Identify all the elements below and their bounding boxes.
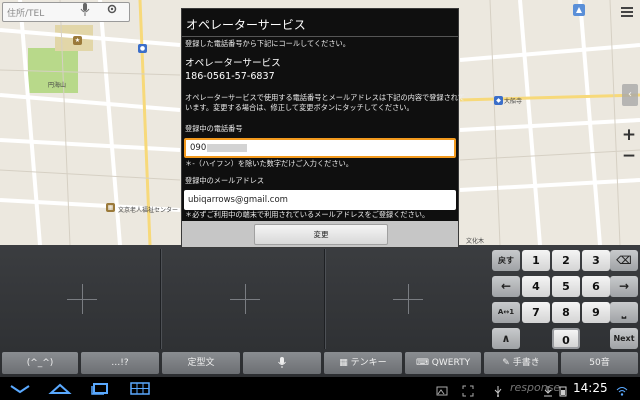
email-note: ＊必ずご利用中の端末で利用されているメールアドレスをご登録ください。: [185, 210, 430, 219]
description-line-2: います。変更する場合は、修正して変更ボタンにタッチしてください。: [185, 103, 414, 112]
mic-icon[interactable]: [80, 3, 98, 21]
zoom-out-icon[interactable]: −: [620, 147, 638, 165]
layers-toggle-icon[interactable]: ‹: [622, 84, 638, 106]
operator-service-dialog: オペレーターサービス 登録した電話番号から下記にコールしてください。 オペレータ…: [181, 8, 465, 248]
key-7[interactable]: 7: [522, 302, 550, 323]
cursor-right-key[interactable]: →: [610, 276, 638, 297]
tenkey-label: テンキー: [350, 358, 387, 368]
keyboard-icon[interactable]: [128, 380, 152, 397]
key-5[interactable]: 5: [552, 276, 580, 297]
delete-key[interactable]: ⌫: [610, 250, 638, 271]
zoom-in-icon[interactable]: +: [620, 126, 638, 144]
key-3[interactable]: 3: [582, 250, 610, 271]
symbols-key[interactable]: …!?: [81, 352, 159, 374]
input-mode-key[interactable]: A↔1: [492, 302, 520, 323]
cursor-left-key[interactable]: ←: [492, 276, 520, 297]
service-name: オペレーターサービス: [185, 58, 281, 69]
grid-icon: ▦: [339, 358, 351, 368]
voice-input-key[interactable]: [243, 352, 321, 374]
key-6[interactable]: 6: [582, 276, 610, 297]
map-label-center: 文京老人福祉センター: [118, 207, 179, 214]
gallery-icon: [436, 382, 448, 396]
poi-icon[interactable]: ▦: [106, 203, 115, 212]
map-label-landmark: 大船寺: [504, 98, 523, 105]
divider: [182, 36, 458, 37]
description-line-1: オペレーターサービスで使用する電話番号とメールアドレスは下記の内容で登録されて: [185, 93, 465, 102]
key-0[interactable]: 0: [552, 328, 580, 349]
ime-keyboard: 戻す 1 2 3 ⌫ ← 4 5 6 → A↔1 7 8 9 ⎵ ∧ 0 Nex…: [0, 245, 640, 377]
battery-icon: [557, 382, 569, 397]
map-label-area: 文化木: [466, 238, 485, 245]
pen-icon: ✎: [502, 358, 513, 368]
phone-number-value: 090: [190, 143, 207, 153]
location-icon[interactable]: [106, 3, 124, 21]
kana-50-key[interactable]: 50音: [561, 352, 638, 374]
phone-number-field[interactable]: 090: [184, 138, 456, 158]
handwriting-label: 手書き: [512, 358, 540, 368]
poi-icon[interactable]: ◆: [494, 96, 503, 105]
recent-apps-icon[interactable]: [88, 380, 112, 397]
shift-key[interactable]: ∧: [492, 328, 520, 349]
dialog-title: オペレーターサービス: [186, 18, 306, 32]
key-1[interactable]: 1: [522, 250, 550, 271]
key-9[interactable]: 9: [582, 302, 610, 323]
dialog-intro: 登録した電話番号から下記にコールしてください。: [185, 39, 350, 48]
fullscreen-icon: [462, 382, 474, 397]
map-mode-icon[interactable]: [572, 3, 590, 21]
tenkey-key[interactable]: ▦ テンキー: [324, 352, 402, 374]
menu-icon[interactable]: [618, 3, 636, 21]
email-field[interactable]: ubiqarrows@gmail.com: [184, 190, 456, 210]
usb-icon: [492, 382, 504, 397]
key-4[interactable]: 4: [522, 276, 550, 297]
clock: 14:25: [573, 381, 608, 395]
email-label: 登録中のメールアドレス: [185, 176, 265, 185]
phrases-key[interactable]: 定型文: [162, 352, 240, 374]
redacted-mask: [207, 143, 248, 152]
keyboard-icon: ⌨: [415, 358, 432, 368]
back-icon[interactable]: [8, 380, 32, 397]
mic-icon: [278, 356, 286, 368]
handwriting-pad-2[interactable]: [163, 249, 323, 349]
handwriting-pad-1[interactable]: [0, 249, 160, 349]
handwriting-key[interactable]: ✎ 手書き: [484, 352, 558, 374]
qwerty-key[interactable]: ⌨ QWERTY: [405, 352, 481, 374]
system-bar: response 14:25: [0, 377, 640, 400]
map-label-park: 円海山: [48, 82, 67, 89]
key-8[interactable]: 8: [552, 302, 580, 323]
emoticon-key[interactable]: (^_^): [2, 352, 78, 374]
poi-icon[interactable]: ●: [138, 44, 147, 53]
dialog-footer: 変更: [182, 221, 458, 247]
home-icon[interactable]: [48, 380, 72, 397]
handwriting-pad-3[interactable]: [327, 249, 485, 349]
download-icon: [542, 382, 554, 397]
wifi-icon: [616, 382, 628, 396]
phone-note: ＊-（ハイフン）を除いた数字だけご入力ください。: [185, 159, 353, 168]
poi-icon[interactable]: ★: [73, 36, 82, 45]
key-2[interactable]: 2: [552, 250, 580, 271]
phone-label: 登録中の電話番号: [185, 124, 243, 133]
qwerty-label: QWERTY: [431, 358, 471, 368]
undo-key[interactable]: 戻す: [492, 250, 520, 271]
change-button[interactable]: 変更: [254, 224, 388, 245]
space-key[interactable]: ⎵: [610, 302, 638, 323]
service-number: 186-0561-57-6837: [185, 71, 275, 82]
next-key[interactable]: Next: [610, 328, 638, 349]
